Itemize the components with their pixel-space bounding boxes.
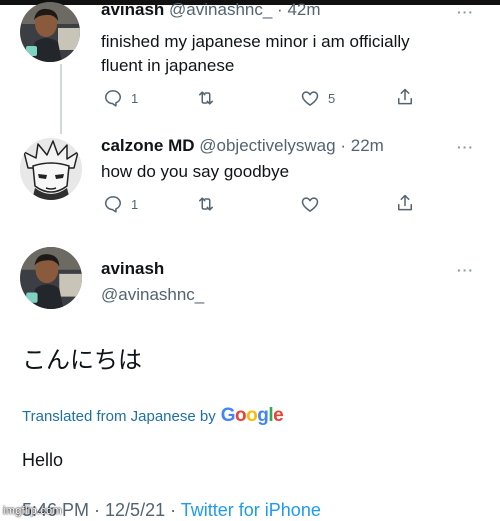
tweet2-like-button[interactable]: [300, 194, 320, 214]
tweet1-text: finished my japanese minor i am official…: [101, 30, 410, 78]
thread-line-1: [60, 64, 62, 134]
tweet2-header: calzone MD @objectivelyswag · 22m: [101, 136, 384, 156]
tweet2-time[interactable]: 22m: [351, 136, 384, 155]
tweet1-reply-count: 1: [131, 90, 139, 106]
tweet3-handle[interactable]: @avinashnc_: [101, 285, 204, 305]
tweet1-header: avinash @avinashnc_ · 42m: [101, 0, 321, 20]
tweet2-name[interactable]: calzone MD: [101, 136, 195, 155]
translation-text: Hello: [22, 450, 64, 470]
tweet1-name[interactable]: avinash: [101, 0, 164, 19]
tweet1-separator: ·: [277, 0, 283, 19]
google-logo: Google: [220, 405, 284, 426]
like-icon: [301, 91, 319, 106]
tweet2-handle[interactable]: @objectivelyswag: [199, 136, 335, 155]
retweet-icon: [199, 197, 213, 211]
tweet2-retweet-button[interactable]: [196, 194, 216, 214]
tweet1-like-button[interactable]: 5: [300, 88, 335, 108]
tweet1-more-icon[interactable]: ···: [457, 4, 474, 20]
tweet2-reply-count: 1: [131, 196, 139, 212]
translated-label: Translated from Japanese by: [22, 408, 216, 425]
tweet1-time[interactable]: 42m: [287, 0, 320, 19]
reply-icon: [105, 196, 121, 213]
retweet-icon: [199, 91, 213, 105]
imgflip-watermark: imgflip.com: [3, 505, 62, 517]
share-icon: [398, 88, 412, 105]
tweet-metadata: 5:46 PM · 12/5/21 · Twitter for iPhone: [22, 500, 321, 521]
tweet2-share-button[interactable]: [395, 193, 415, 213]
avatar-calzone-md[interactable]: [20, 138, 82, 200]
tweet1-share-button[interactable]: [395, 87, 415, 107]
source-link[interactable]: Twitter for iPhone: [181, 500, 321, 520]
tweet2-separator: ·: [340, 136, 346, 155]
avatar-avinash[interactable]: [20, 2, 80, 62]
tweet2-text: how do you say goodbye: [101, 162, 290, 181]
tweet1-like-count: 5: [328, 90, 336, 106]
like-icon: [301, 197, 319, 212]
tweet3-more-icon[interactable]: ···: [457, 262, 474, 278]
tweet1-reply-button[interactable]: 1: [103, 88, 138, 108]
tweet3-japanese-text: こんにちは: [22, 346, 142, 374]
avatar-avinash-main[interactable]: [20, 247, 82, 309]
reply-icon: [105, 90, 121, 107]
tweet3-name[interactable]: avinash: [101, 259, 164, 279]
tweet1-text-line2: fluent in japanese: [101, 56, 235, 75]
tweet2-more-icon[interactable]: ···: [457, 139, 474, 155]
share-icon: [398, 194, 412, 211]
translated-by-google[interactable]: Translated from Japanese by Google: [22, 405, 284, 427]
tweet1-retweet-button[interactable]: [196, 88, 216, 108]
tweet1-text-line1: finished my japanese minor i am official…: [101, 32, 410, 51]
tweet1-handle[interactable]: @avinashnc_: [169, 0, 272, 19]
tweet2-reply-button[interactable]: 1: [103, 194, 138, 214]
